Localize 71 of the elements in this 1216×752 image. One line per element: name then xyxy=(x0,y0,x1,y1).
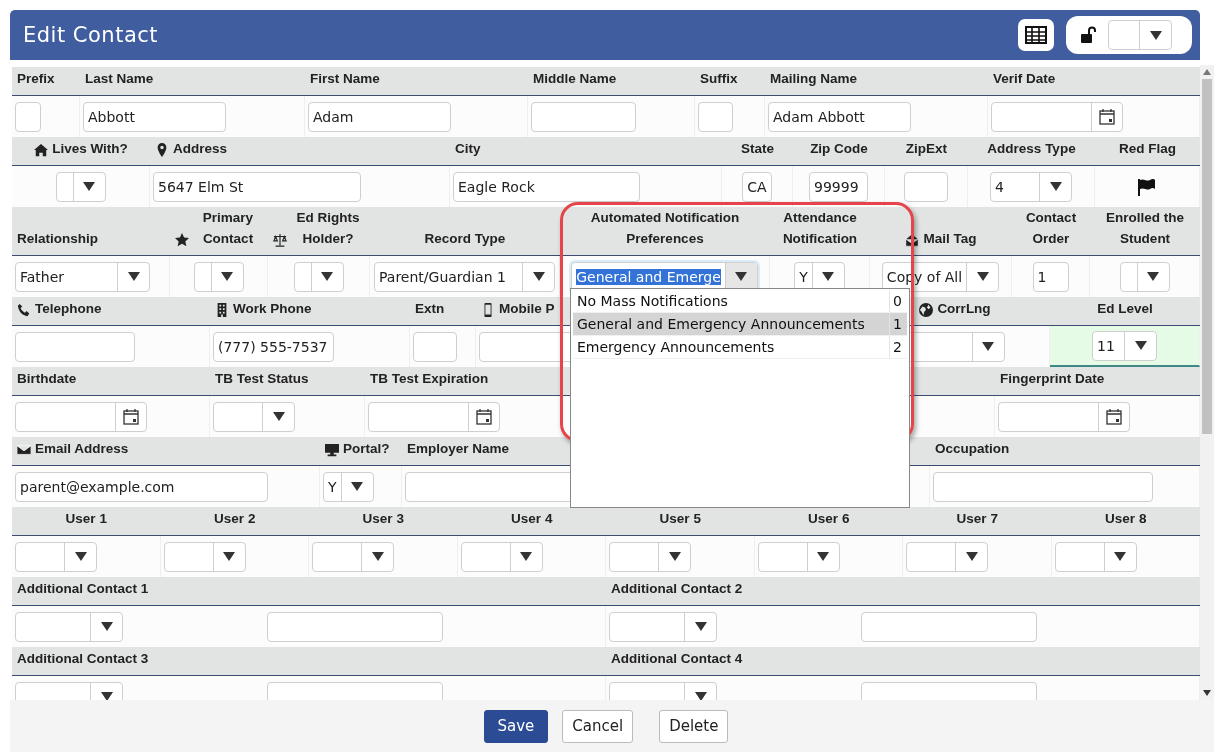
field-label: Work Phone xyxy=(233,300,312,318)
select-field[interactable]: Father xyxy=(15,261,150,292)
field-label: TB Test Expiration xyxy=(370,370,489,388)
field-label: Contact Order xyxy=(1024,209,1078,248)
field-label: Zip Code xyxy=(810,140,868,158)
field-label: Red Flag xyxy=(1119,140,1176,158)
field-label: ZipExt xyxy=(905,140,948,158)
field-label: User 5 xyxy=(659,510,701,528)
field-label: TB Test Status xyxy=(215,370,309,388)
field-label: User 6 xyxy=(808,510,850,528)
field-label: Attendance Notification xyxy=(781,209,859,248)
field-label: Fingerprint Date xyxy=(1000,370,1105,388)
field-label: State xyxy=(741,140,774,158)
field-label: User 4 xyxy=(511,510,553,528)
field-label: Mailing Name xyxy=(770,70,858,88)
text-field[interactable]: Eagle Rock xyxy=(453,171,640,202)
field-label: Portal? xyxy=(343,440,390,458)
field-label: User 7 xyxy=(956,510,998,528)
text-field[interactable]: CA xyxy=(742,171,772,202)
field-label: Enrolled the Student xyxy=(1105,209,1185,248)
field-label: User 2 xyxy=(214,510,256,528)
text-field[interactable]: Adam xyxy=(308,101,451,132)
field-label: Employer Name xyxy=(407,440,510,458)
text-field[interactable]: Adam Abbott xyxy=(768,101,911,132)
field-label: First Name xyxy=(310,70,380,88)
field-label: Additional Contact 2 xyxy=(611,580,743,598)
field-label: Relationship xyxy=(17,230,98,248)
field-label: Occupation xyxy=(935,440,1010,458)
field-label: Additional Contact 4 xyxy=(611,650,743,668)
field-label: User 1 xyxy=(65,510,107,528)
field-label: Additional Contact 1 xyxy=(17,580,149,598)
text-field[interactable]: 1 xyxy=(1032,261,1069,292)
save-button[interactable]: Save xyxy=(483,709,549,743)
text-field[interactable]: parent@example.com xyxy=(15,471,268,502)
action-button[interactable]: Cancel xyxy=(562,709,634,743)
field-label: Middle Name xyxy=(533,70,617,88)
window-title: Edit Contact xyxy=(23,23,159,47)
field-label: Address Type xyxy=(987,140,1076,158)
dropdown-option[interactable]: Emergency Announcements 2 xyxy=(573,336,907,359)
field-label: Verif Date xyxy=(993,70,1056,88)
field-label: City xyxy=(455,140,481,158)
field-label: Email Address xyxy=(35,440,129,458)
field-label: Last Name xyxy=(85,70,154,88)
field-label: Additional Contact 3 xyxy=(17,650,149,668)
field-label: Record Type xyxy=(424,230,506,248)
field-label: Birthdate xyxy=(17,370,77,388)
text-field[interactable]: Abbott xyxy=(83,101,226,132)
field-label: User 8 xyxy=(1105,510,1147,528)
field-label: CorrLng xyxy=(937,300,991,318)
select-field[interactable]: Parent/Guardian 1 xyxy=(374,261,555,292)
field-label: Primary Contact xyxy=(201,209,255,248)
select-field[interactable]: 4 xyxy=(990,171,1072,202)
field-label: Suffix xyxy=(700,70,738,88)
dropdown-option[interactable]: General and Emergency Announcements 1 xyxy=(573,313,907,336)
action-button[interactable]: Delete xyxy=(659,709,729,743)
field-label: User 3 xyxy=(362,510,404,528)
field-label: Ed Level xyxy=(1097,300,1153,318)
text-field[interactable]: 5647 Elm St xyxy=(153,171,361,202)
field-label: Mobile P xyxy=(499,300,555,318)
field-label: Telephone xyxy=(35,300,102,318)
text-field[interactable]: (777) 555-7537 xyxy=(213,331,334,362)
field-label: Lives With? xyxy=(52,140,128,158)
field-label: Prefix xyxy=(17,70,55,88)
text-field[interactable]: 99999 xyxy=(809,171,868,202)
select-field[interactable]: Y xyxy=(323,471,374,502)
field-label: Extn xyxy=(415,300,445,318)
field-label: Automated Notification Preferences xyxy=(589,209,741,248)
field-label: Mail Tag xyxy=(923,230,977,248)
field-label: Ed Rights Holder? xyxy=(295,209,361,248)
field-label: Address xyxy=(173,140,228,158)
select-field[interactable]: 11 xyxy=(1092,330,1157,361)
